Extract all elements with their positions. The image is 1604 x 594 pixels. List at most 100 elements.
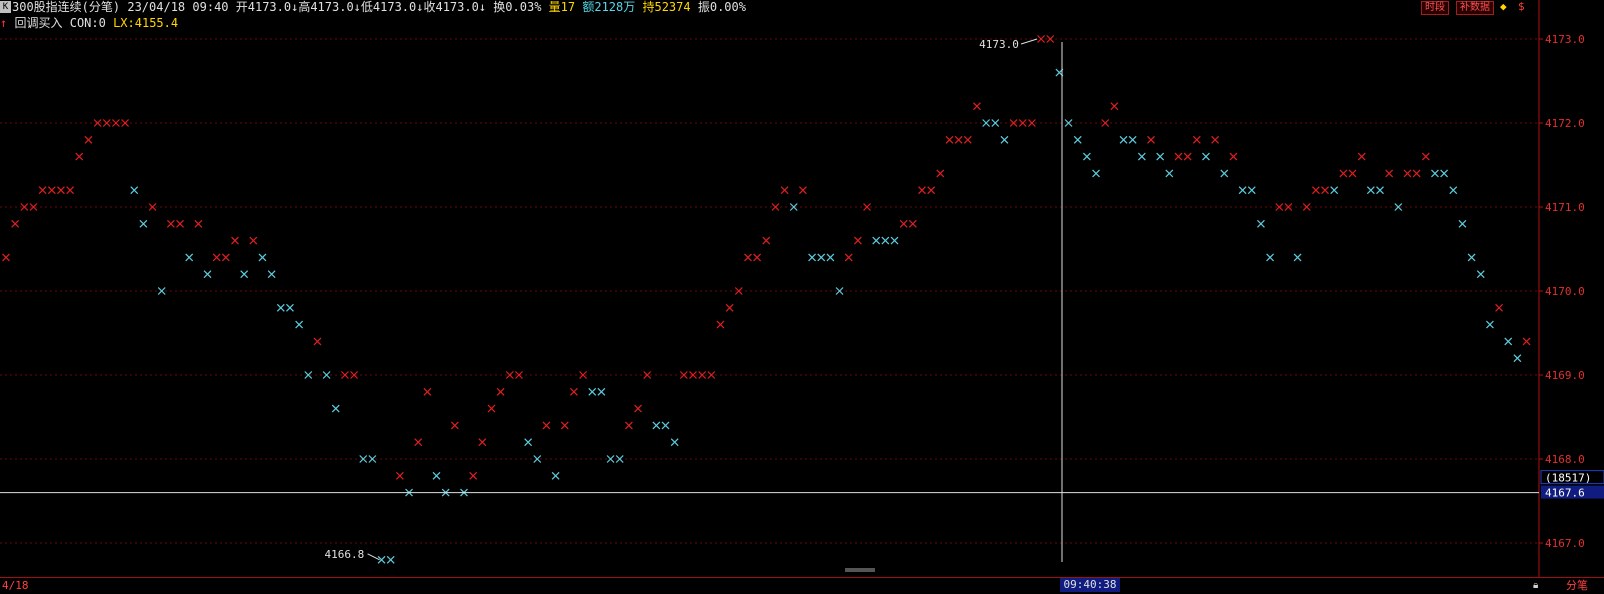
tick-point	[1339, 169, 1348, 178]
tick-point	[753, 253, 762, 262]
tick-point	[588, 387, 597, 396]
chart-overlay: 4167.6 (18517) 4173.0 4166.8	[0, 38, 1604, 562]
tick-point	[744, 253, 752, 262]
tick-point	[139, 219, 148, 228]
tick-point	[496, 387, 505, 396]
tick-point	[844, 253, 853, 262]
tick-point	[1348, 169, 1357, 178]
tick-point	[231, 236, 239, 245]
tick-point	[1495, 303, 1504, 312]
tick-point	[1247, 186, 1256, 195]
y-tick-label: 4170.0	[1545, 285, 1585, 298]
tick-point	[835, 287, 844, 295]
mode-label[interactable]: 分笔	[1566, 578, 1588, 593]
tick-point	[57, 186, 65, 195]
tick-point	[1504, 337, 1513, 346]
tick-point	[872, 236, 881, 245]
tick-point	[1238, 186, 1247, 195]
tick-point	[286, 303, 294, 312]
tick-point	[276, 303, 285, 312]
tick-point	[798, 186, 807, 195]
tick-point	[652, 421, 661, 430]
tick-point	[927, 186, 936, 195]
footer-date: 4/18	[2, 579, 29, 592]
tick-point	[1385, 169, 1394, 178]
tick-point	[918, 186, 926, 195]
tick-point	[1046, 35, 1055, 43]
footer-bar: 4/18 09:40:38 🔒︎ 分笔	[0, 577, 1604, 594]
tick-point	[817, 253, 826, 262]
tick-point	[982, 119, 991, 127]
tick-point	[1458, 219, 1467, 228]
tick-point	[533, 455, 542, 463]
tick-point	[624, 421, 633, 430]
high-price-label: 4173.0	[979, 38, 1019, 51]
scroll-handle[interactable]	[845, 568, 875, 572]
tick-point	[240, 270, 249, 279]
tick-point	[450, 421, 459, 430]
crosshair-time-label: 09:40:38	[1060, 578, 1120, 592]
tick-point	[212, 253, 221, 262]
tick-point	[1092, 169, 1100, 178]
tick-point	[121, 119, 130, 127]
tick-point	[881, 236, 890, 245]
tick-point	[176, 219, 184, 228]
tick-point	[423, 387, 432, 396]
tick-point	[1366, 186, 1375, 195]
tick-point	[1522, 337, 1531, 346]
tick-point	[102, 119, 111, 127]
tick-point	[808, 253, 817, 262]
tick-point	[1293, 253, 1302, 262]
y-tick-label: 4172.0	[1545, 117, 1585, 130]
y-tick-label: 4171.0	[1545, 201, 1585, 214]
tick-point	[936, 169, 945, 178]
tick-point	[1421, 152, 1430, 161]
tick-point	[1147, 135, 1155, 144]
tick-point	[1202, 152, 1210, 161]
tick-point	[991, 119, 1000, 127]
tick-point	[295, 320, 304, 329]
tick-point	[853, 236, 862, 245]
chart-grid	[0, 38, 1539, 544]
tick-point	[707, 371, 716, 379]
tick-point	[1449, 186, 1458, 195]
lock-icon[interactable]: 🔒︎	[1533, 580, 1543, 591]
tick-point	[47, 186, 56, 195]
tick-point	[1211, 135, 1220, 144]
crosshair-price-label: 4167.6	[1545, 487, 1585, 500]
tick-point	[1513, 354, 1522, 363]
tick-point	[1485, 320, 1494, 329]
tick-point	[963, 135, 972, 144]
y-tick-label: 4169.0	[1545, 369, 1585, 382]
tick-point	[267, 270, 276, 279]
tick-point	[1220, 169, 1229, 178]
tick-point	[1192, 135, 1201, 144]
tick-point	[1156, 152, 1165, 161]
tick-point	[185, 253, 194, 262]
tick-point	[643, 371, 652, 379]
tick-point	[890, 236, 899, 245]
tick-point	[157, 287, 166, 295]
tick-point	[1412, 169, 1421, 178]
tick-point	[1256, 219, 1265, 228]
tick-point	[1321, 186, 1329, 195]
tick-point	[1302, 203, 1311, 211]
tick-point	[1311, 186, 1320, 195]
tick-point	[1101, 119, 1110, 127]
tick-point	[1073, 135, 1082, 144]
chart-marks	[2, 35, 1531, 564]
tick-point	[221, 253, 230, 262]
tick-point	[75, 152, 84, 161]
tick-point	[1376, 186, 1384, 195]
tick-point	[1137, 152, 1146, 161]
y-tick-label: 4173.0	[1545, 33, 1585, 46]
tick-point	[1467, 253, 1476, 262]
tick-point	[542, 421, 551, 430]
tick-point	[249, 236, 258, 245]
tick-point	[899, 219, 908, 228]
tick-chart[interactable]: 4173.04172.04171.04170.04169.04168.04167…	[0, 0, 1604, 577]
tick-point	[386, 555, 395, 564]
tick-point	[716, 320, 725, 329]
tick-point	[826, 253, 835, 262]
y-tick-label: 4167.0	[1545, 537, 1585, 550]
